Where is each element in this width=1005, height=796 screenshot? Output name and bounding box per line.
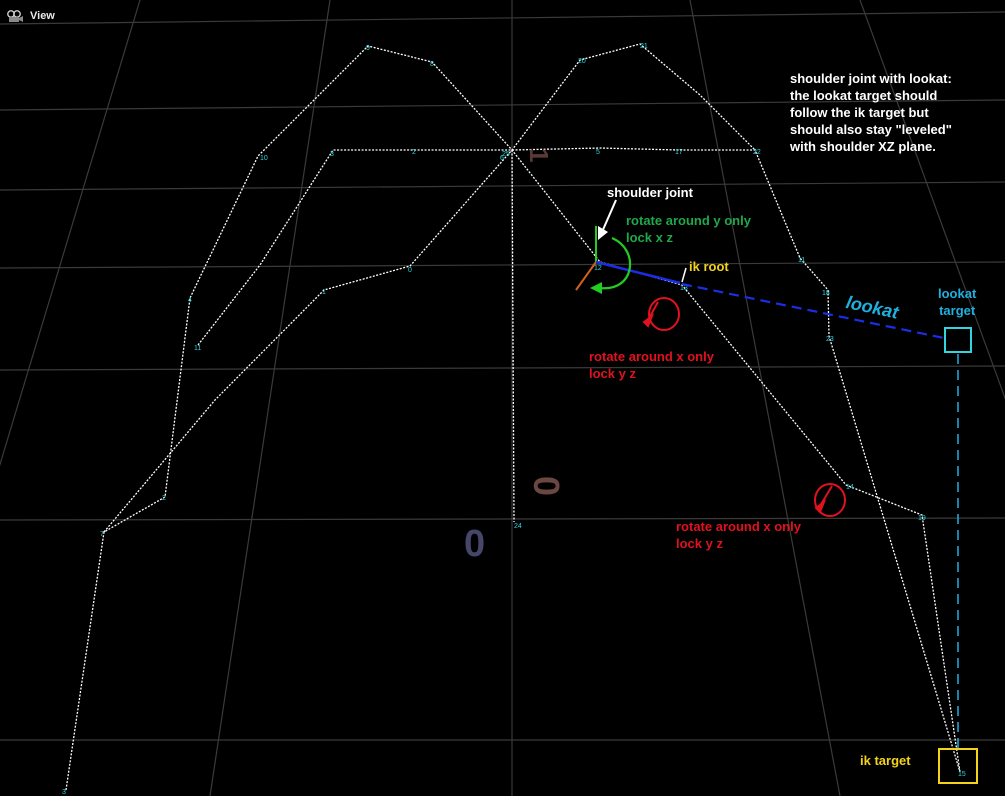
rotate-y-arrowhead bbox=[590, 282, 602, 294]
joint-label: 21 bbox=[640, 43, 648, 50]
chain-right-outer bbox=[103, 43, 756, 533]
note-line: the lookat target should bbox=[790, 88, 938, 103]
joint-label: 17 bbox=[675, 149, 683, 156]
axis-mark-red-one: 1 bbox=[524, 148, 554, 162]
note-line: with shoulder XZ plane. bbox=[790, 139, 936, 154]
joint-label: 11 bbox=[194, 345, 201, 352]
joint-label: 7 bbox=[100, 531, 104, 538]
rotate-x-line2: lock y z bbox=[589, 366, 636, 381]
view-label[interactable]: View bbox=[30, 10, 55, 22]
shoulder-pointer-arrow bbox=[601, 199, 617, 233]
rotate-x-label-wrist: rotate around x only lock y z bbox=[676, 518, 801, 552]
ik-root-label: ik root bbox=[689, 259, 729, 274]
rotate-x-icon bbox=[814, 483, 846, 517]
joint-label: 19 bbox=[918, 515, 926, 522]
note-line: shoulder joint with lookat: bbox=[790, 71, 952, 86]
joint-label: 0 bbox=[408, 267, 412, 274]
joint-label: 3 bbox=[330, 151, 334, 158]
joint-label: 22 bbox=[753, 149, 761, 156]
chain-left-inner bbox=[197, 147, 961, 773]
joint-label: 6 bbox=[500, 155, 504, 162]
lookat-target-label: lookat target bbox=[938, 285, 976, 319]
chain-left-outer bbox=[65, 45, 961, 791]
z-axis-line bbox=[595, 260, 681, 285]
camera-icon[interactable] bbox=[6, 9, 24, 23]
joint-label: 4 bbox=[188, 297, 192, 304]
joint-label: 10 bbox=[260, 155, 268, 162]
note-text: shoulder joint with lookat: the lookat t… bbox=[790, 70, 980, 155]
lookat-target-handle[interactable] bbox=[944, 327, 972, 353]
joint-label: 20 bbox=[578, 58, 586, 65]
lookat-target-line1: lookat bbox=[938, 286, 977, 301]
joint-label: 8 bbox=[430, 61, 434, 68]
joint-label: 3 bbox=[62, 789, 66, 796]
joint-label: 1 bbox=[322, 289, 326, 296]
note-line: should also stay "leveled" bbox=[790, 122, 952, 137]
joint-label: 18 bbox=[822, 290, 830, 297]
lookat-line bbox=[681, 282, 945, 340]
axis-mark-red-zero: 0 bbox=[526, 476, 567, 496]
rotate-y-line2: lock x z bbox=[626, 230, 673, 245]
rotate-x-label-elbow: rotate around x only lock y z bbox=[589, 348, 714, 382]
rotate-x-line1: rotate around x only bbox=[676, 519, 801, 534]
axis-mark-blue-zero: 0 bbox=[464, 523, 485, 565]
rotate-x-line1: rotate around x only bbox=[589, 349, 714, 364]
joint-label: 12 bbox=[594, 265, 602, 272]
skeleton-wireframe bbox=[65, 43, 961, 791]
joint-label: 23 bbox=[826, 336, 834, 343]
joint-label: 14 bbox=[846, 484, 854, 491]
ik-target-label: ik target bbox=[860, 753, 911, 768]
ik-root-pointer bbox=[681, 267, 687, 283]
x-axis-line bbox=[575, 261, 597, 291]
joint-label: 2 bbox=[412, 149, 416, 156]
joint-label: 11 bbox=[798, 257, 805, 264]
viewport-header: View bbox=[6, 9, 55, 23]
joint-label: 5 bbox=[596, 149, 600, 156]
rotate-x-line2: lock y z bbox=[676, 536, 723, 551]
note-line: follow the ik target but bbox=[790, 105, 929, 120]
rotate-y-line1: rotate around y only bbox=[626, 213, 751, 228]
rotate-x-icon bbox=[642, 297, 680, 331]
shoulder-joint-label: shoulder joint bbox=[607, 185, 693, 200]
joint-label: 15 bbox=[958, 771, 966, 778]
rotate-y-label: rotate around y only lock x z bbox=[626, 212, 751, 246]
lookat-target-line2: target bbox=[939, 303, 976, 318]
joint-label: 24 bbox=[514, 523, 522, 530]
joint-label: 9 bbox=[366, 45, 370, 52]
joint-label: 2 bbox=[162, 495, 166, 502]
